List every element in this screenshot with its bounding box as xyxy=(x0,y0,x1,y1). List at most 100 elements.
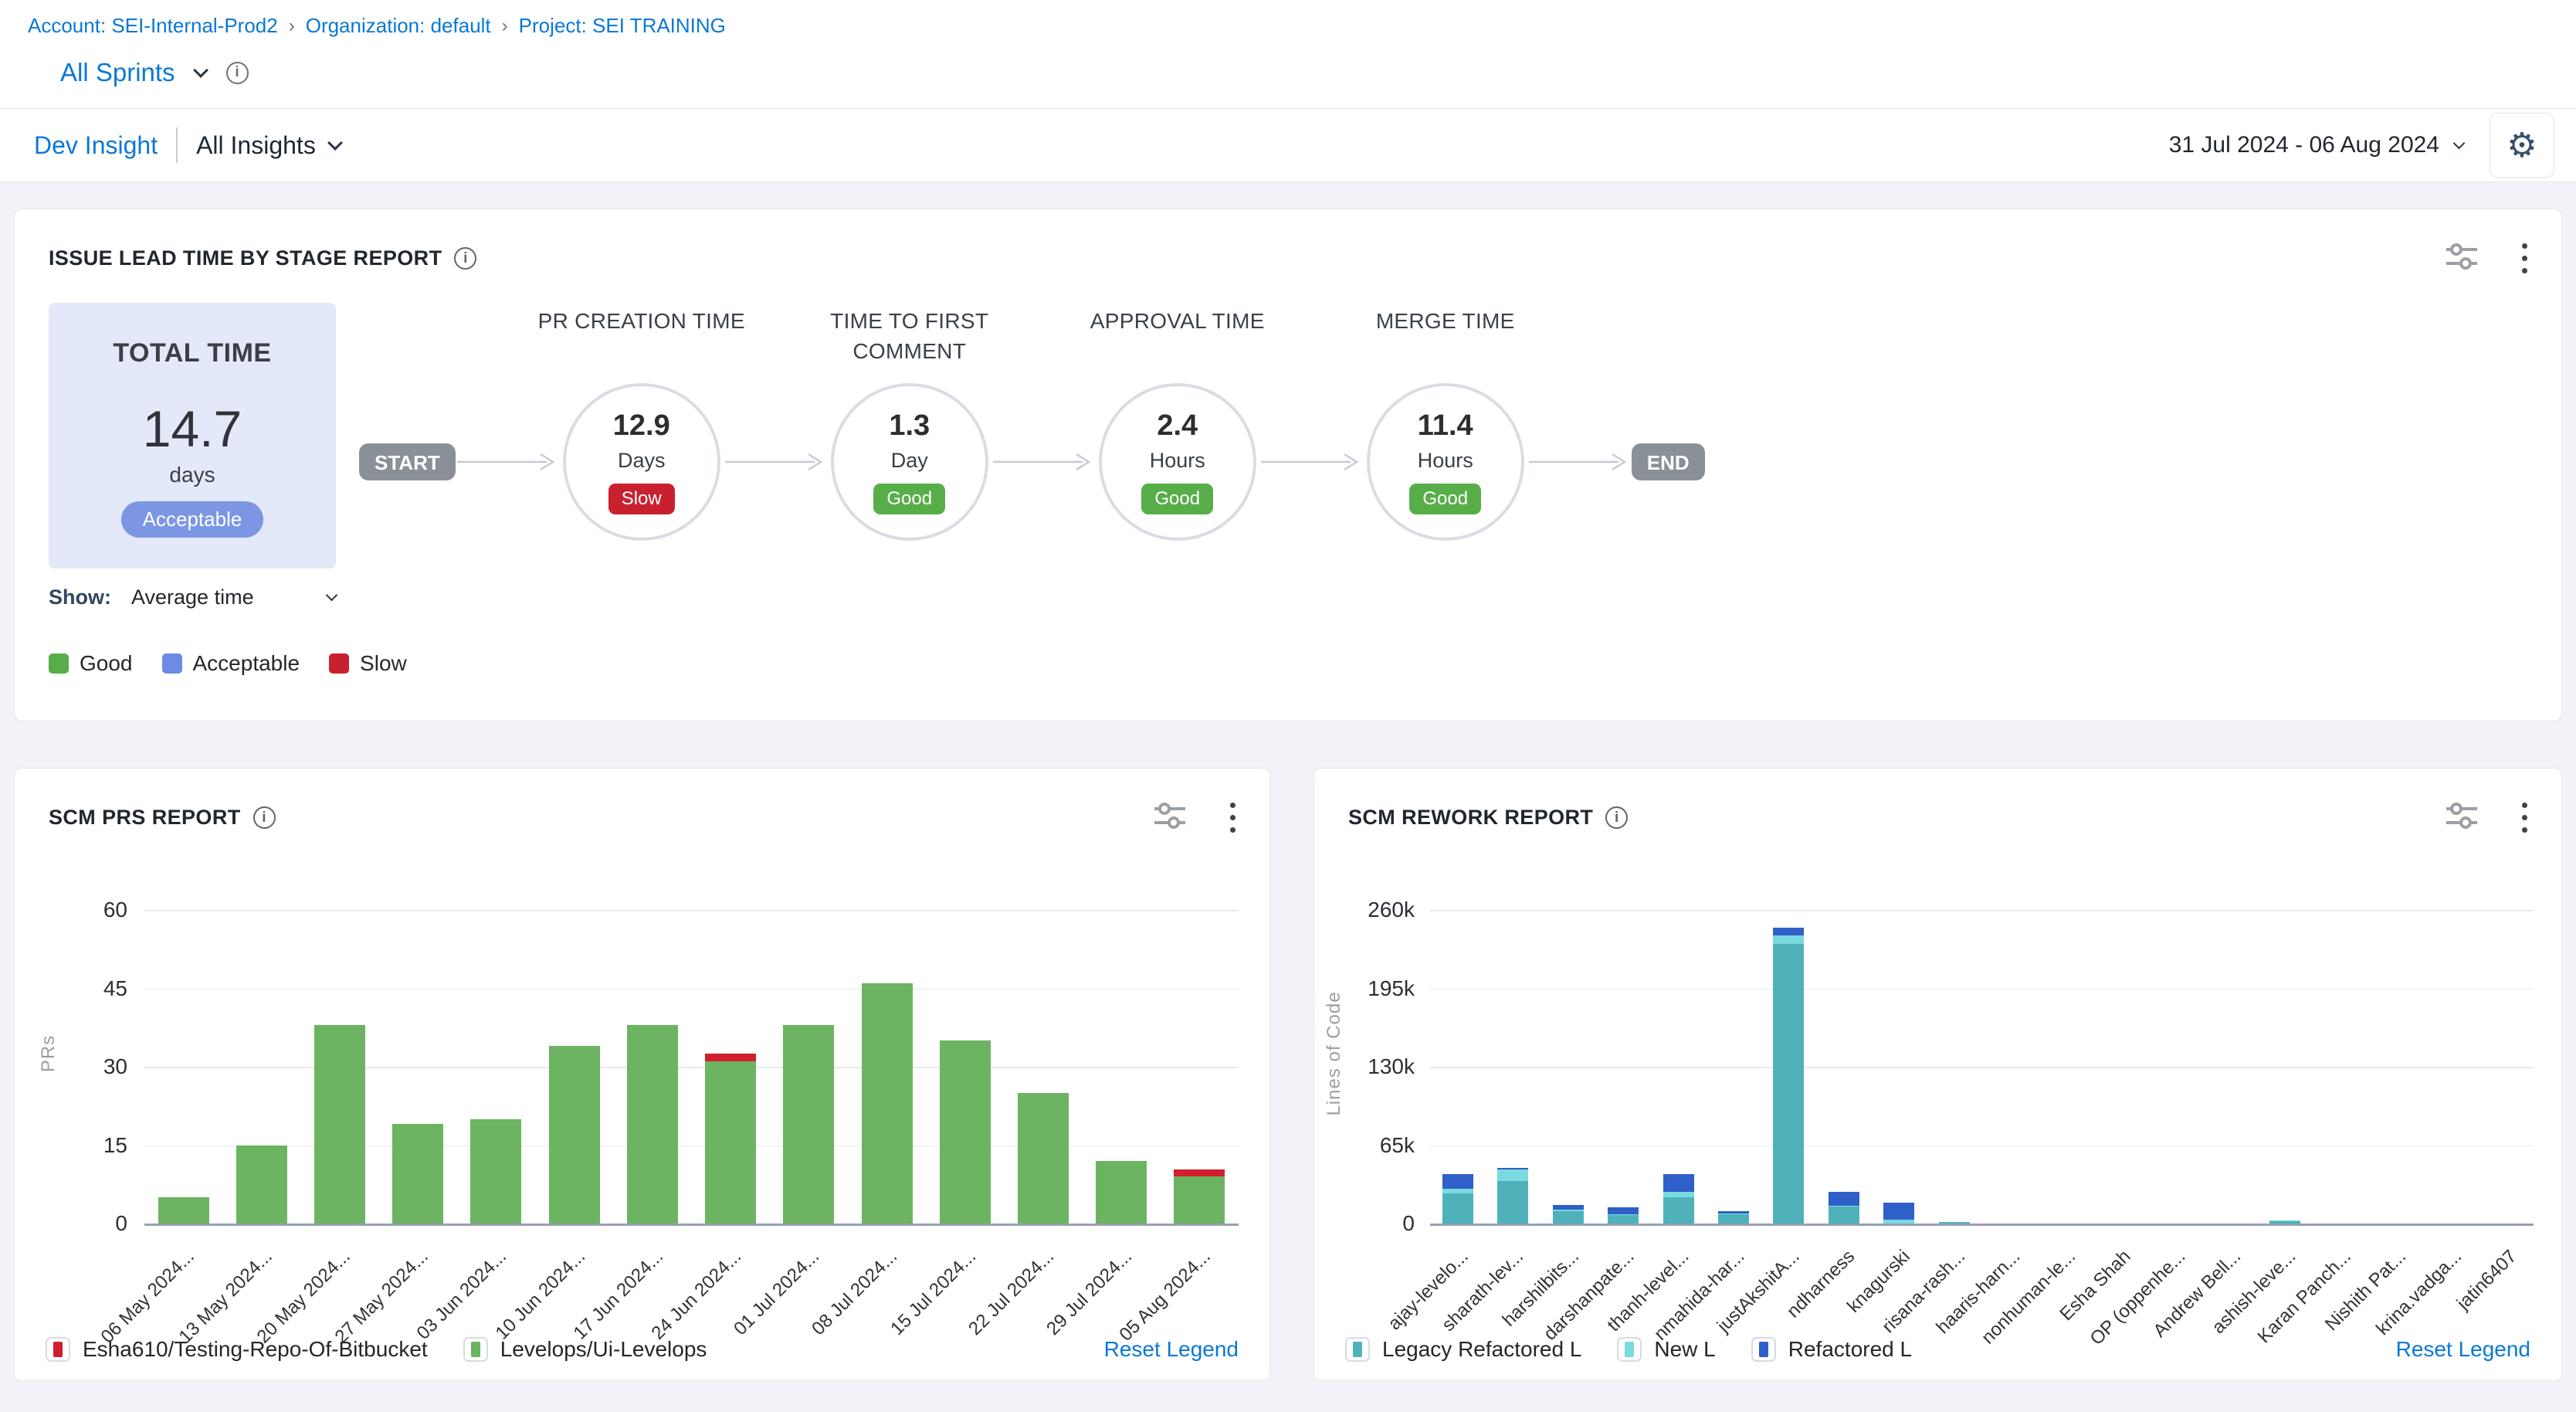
x-tick-label: OP (oppenhe... xyxy=(2086,1246,2191,1350)
bar-13 May 2024...[interactable] xyxy=(236,1146,287,1224)
bar-03 Jun 2024...[interactable] xyxy=(470,1119,521,1224)
bar-segment xyxy=(1018,1093,1069,1224)
bar-06 May 2024...[interactable] xyxy=(158,1197,209,1224)
info-icon[interactable]: i xyxy=(1605,806,1628,829)
bar-29 Jul 2024...[interactable] xyxy=(1096,1161,1147,1224)
bar-22 Jul 2024...[interactable] xyxy=(1018,1093,1069,1224)
breadcrumb-item-project[interactable]: Project: SEI TRAINING xyxy=(519,14,726,38)
legend-item[interactable]: New L xyxy=(1617,1337,1715,1362)
bar-darshanpate...[interactable] xyxy=(1608,1207,1639,1224)
stage-unit: Hours xyxy=(1150,449,1205,473)
bar-08 Jul 2024...[interactable] xyxy=(862,983,913,1224)
bar-thanh-level...[interactable] xyxy=(1663,1174,1694,1224)
bar-nmahida-har...[interactable] xyxy=(1718,1211,1749,1224)
total-time-status-badge: Acceptable xyxy=(121,501,264,538)
card-title-text: SCM REWORK REPORT xyxy=(1348,806,1593,830)
stage-4: MERGE TIME11.4HoursGood xyxy=(1364,306,1527,541)
scm-rework-report-card: SCM REWORK REPORT i Lines of Code ajay-l… xyxy=(1313,768,2562,1381)
insight-name-link[interactable]: Dev Insight xyxy=(34,131,158,160)
bar-05 Aug 2024...[interactable] xyxy=(1174,1169,1225,1224)
bar-sharath-lev...[interactable] xyxy=(1497,1168,1528,1224)
bar-27 May 2024...[interactable] xyxy=(392,1124,443,1224)
info-icon[interactable]: i xyxy=(454,247,476,270)
stage-flow-diagram: STARTPR CREATION TIME12.9DaysSlowTIME TO… xyxy=(359,306,1705,541)
y-tick-label: 60 xyxy=(27,898,127,922)
legend-swatch xyxy=(1345,1337,1370,1362)
bar-24 Jun 2024...[interactable] xyxy=(705,1054,756,1224)
gridline xyxy=(1430,910,2534,911)
bar-ndharness[interactable] xyxy=(1829,1192,1859,1224)
bar-harshilbits...[interactable] xyxy=(1553,1205,1584,1224)
stage-circle[interactable]: 2.4HoursGood xyxy=(1099,383,1256,541)
filter-sliders-icon[interactable] xyxy=(2445,241,2479,276)
show-dropdown[interactable]: Show: Average time xyxy=(49,586,336,609)
stage-status-badge: Good xyxy=(873,484,945,514)
flow-arrow-icon xyxy=(724,450,828,477)
sprint-selector[interactable]: All Sprints i xyxy=(60,58,2576,87)
stage-value: 1.3 xyxy=(889,409,930,443)
legend-label: Good xyxy=(80,651,133,676)
y-tick-label: 260k xyxy=(1314,898,1415,922)
y-tick-label: 0 xyxy=(27,1211,127,1236)
date-range-picker[interactable]: 31 Jul 2024 - 06 Aug 2024 xyxy=(2169,132,2463,158)
bar-ajay-levelo...[interactable] xyxy=(1442,1174,1473,1224)
kebab-menu-icon[interactable] xyxy=(1227,799,1239,836)
y-tick-label: 195k xyxy=(1314,976,1415,1001)
sprint-selector-label[interactable]: All Sprints xyxy=(60,58,175,87)
stage-circle[interactable]: 11.4HoursGood xyxy=(1367,383,1524,541)
chevron-down-icon[interactable] xyxy=(193,63,208,78)
kebab-menu-icon[interactable] xyxy=(2519,240,2530,277)
breadcrumb-item-account[interactable]: Account: SEI-Internal-Prod2 xyxy=(28,14,278,38)
filter-sliders-icon[interactable] xyxy=(1153,800,1187,835)
stage-circle[interactable]: 12.9DaysSlow xyxy=(563,383,720,541)
bar-justAkshitA...[interactable] xyxy=(1773,928,1804,1224)
bar-segment xyxy=(1553,1211,1584,1224)
prs-chart: PRs 06 May 2024...13 May 2024...20 May 2… xyxy=(15,882,1269,1346)
flow-start-pill: START xyxy=(359,443,456,480)
reset-legend-link[interactable]: Reset Legend xyxy=(1104,1337,1239,1362)
bar-segment xyxy=(314,1025,365,1224)
bar-ashish-leve...[interactable] xyxy=(2269,1220,2300,1224)
legend-item[interactable]: Legacy Refactored L xyxy=(1345,1337,1581,1362)
bar-01 Jul 2024...[interactable] xyxy=(783,1025,834,1224)
stage-name: PR CREATION TIME xyxy=(530,306,754,383)
bar-knagurski[interactable] xyxy=(1883,1203,1914,1224)
legend-swatch xyxy=(162,653,182,674)
y-tick-label: 0 xyxy=(1314,1211,1415,1236)
y-tick-label: 30 xyxy=(27,1054,127,1079)
legend-item[interactable]: Esha610/Testing-Repo-Of-Bitbucket xyxy=(46,1337,428,1362)
prs-legend: Esha610/Testing-Repo-Of-Bitbucket Levelop… xyxy=(46,1337,1239,1362)
insights-dropdown[interactable]: All Insights xyxy=(196,131,341,160)
settings-button[interactable]: ⚙ xyxy=(2490,113,2554,178)
legend-label: Levelops/Ui-Levelops xyxy=(500,1337,707,1362)
bar-segment xyxy=(1174,1169,1225,1176)
reset-legend-link[interactable]: Reset Legend xyxy=(2396,1337,2530,1362)
bar-segment xyxy=(1773,944,1804,1224)
gridline xyxy=(144,989,1239,990)
bar-20 May 2024...[interactable] xyxy=(314,1025,365,1224)
filter-sliders-icon[interactable] xyxy=(2445,800,2479,835)
legend-swatch xyxy=(329,653,349,674)
bar-segment xyxy=(392,1124,443,1224)
card-title-text: SCM PRS REPORT xyxy=(49,806,241,830)
stage-circle[interactable]: 1.3 Day Good xyxy=(831,383,988,541)
bar-segment xyxy=(1608,1215,1639,1224)
legend-label: Legacy Refactored L xyxy=(1382,1337,1581,1362)
breadcrumb-item-organization[interactable]: Organization: default xyxy=(306,14,491,38)
bar-risana-rash...[interactable] xyxy=(1939,1222,1970,1224)
bar-segment xyxy=(1773,928,1804,935)
legend-item[interactable]: Levelops/Ui-Levelops xyxy=(463,1337,707,1362)
chevron-down-icon xyxy=(326,589,338,602)
bar-17 Jun 2024...[interactable] xyxy=(627,1025,678,1224)
chevron-down-icon xyxy=(327,135,343,151)
gridline xyxy=(144,1146,1239,1147)
bar-10 Jun 2024...[interactable] xyxy=(549,1046,600,1224)
bar-15 Jul 2024...[interactable] xyxy=(940,1040,991,1224)
info-icon[interactable]: i xyxy=(253,806,276,829)
legend-item[interactable]: Refactored L xyxy=(1751,1337,1912,1362)
divider xyxy=(176,127,178,163)
stage-unit: Day xyxy=(891,449,928,473)
y-tick-label: 45 xyxy=(27,976,127,1001)
y-tick-label: 130k xyxy=(1314,1054,1415,1079)
kebab-menu-icon[interactable] xyxy=(2519,799,2530,836)
